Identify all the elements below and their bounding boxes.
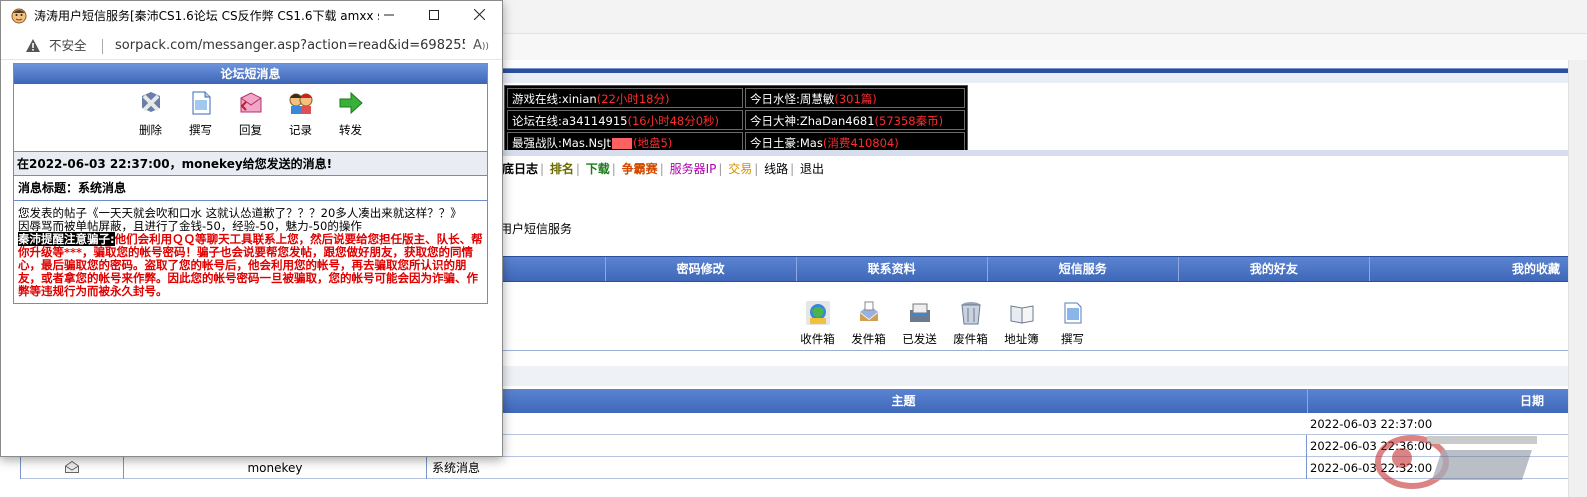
stat-water-monster[interactable]: 今日水怪:周慧敏(301篇) bbox=[745, 88, 965, 108]
site-logo-watermark bbox=[1375, 435, 1537, 489]
sent-icon bbox=[909, 303, 930, 322]
table-row[interactable]: monekey 系统消息 2022-06-03 22:32:00 bbox=[20, 457, 1568, 479]
message-subject[interactable]: 系统消息 bbox=[427, 435, 1307, 457]
compose-icon bbox=[192, 91, 210, 115]
private-message-panel: 论坛短消息 删除 撰写 回复 记录 转发 在2022-06-03 22:37:0… bbox=[13, 63, 488, 304]
message-status-icon bbox=[20, 457, 124, 479]
stat-forum-online[interactable]: 论坛在线:a34114915(16小时48分0秒) bbox=[507, 110, 743, 130]
address-bar: 不安全 sorpack.com/messanger.asp?action=rea… bbox=[1, 33, 502, 60]
compose-icon bbox=[1064, 302, 1081, 324]
header-band bbox=[500, 73, 1568, 83]
delete-button[interactable]: 删除 bbox=[126, 90, 176, 151]
column-date[interactable]: 日期 bbox=[1308, 389, 1568, 413]
breadcrumb: 用户短信服务 bbox=[500, 222, 573, 236]
tab-contact[interactable]: 联系资料 bbox=[795, 257, 987, 281]
address-book-icon bbox=[1010, 305, 1033, 324]
security-label[interactable]: 不安全 bbox=[49, 33, 87, 59]
nav-item[interactable]: 服务器IP bbox=[668, 162, 719, 176]
user-tabs: 密码修改 联系资料 短信服务 我的好友 我的收藏 bbox=[500, 256, 1568, 282]
minimize-icon bbox=[384, 14, 394, 16]
address-book-button[interactable]: 地址簿 bbox=[996, 300, 1047, 347]
url-field[interactable]: sorpack.com/messanger.asp?action=read&id… bbox=[115, 33, 465, 59]
nav-item[interactable]: 交易 bbox=[726, 162, 754, 176]
compose-button[interactable]: 撰写 bbox=[1047, 300, 1098, 347]
compose-button[interactable]: 撰写 bbox=[176, 90, 226, 151]
message-subject-line: 消息标题：系统消息 bbox=[14, 176, 487, 201]
read-aloud-icon[interactable]: A)) bbox=[473, 38, 489, 53]
forum-stats-panel: 游戏在线:xinian(22小时18分) 今日水怪:周慧敏(301篇) 论坛在线… bbox=[504, 85, 968, 155]
tab-password[interactable]: 密码修改 bbox=[604, 257, 796, 281]
sent-button[interactable]: 已发送 bbox=[894, 300, 945, 347]
scam-warning-label: 秦沛提醒注意骗子: bbox=[18, 232, 115, 246]
close-icon bbox=[473, 8, 485, 21]
tab-favorites[interactable]: 我的收藏 bbox=[1368, 257, 1568, 281]
reply-button[interactable]: 回复 bbox=[226, 90, 276, 151]
outbox-button[interactable]: 发件箱 bbox=[843, 300, 894, 347]
nav-band bbox=[500, 150, 1568, 156]
message-toolbar: 删除 撰写 回复 记录 转发 bbox=[14, 84, 487, 152]
history-icon bbox=[289, 93, 312, 114]
tab-messages[interactable]: 短信服务 bbox=[986, 257, 1178, 281]
inbox-button[interactable]: 收件箱 bbox=[792, 300, 843, 347]
message-body: 您发表的帖子《一天天就会吹和口水 这就认怂道歉了？？？20多人凑出来就这样？？》… bbox=[14, 201, 487, 303]
maximize-icon bbox=[429, 10, 439, 20]
nav-item[interactable]: 争霸赛 bbox=[620, 162, 660, 176]
trash-icon bbox=[960, 302, 981, 325]
forward-button[interactable]: 转发 bbox=[326, 90, 376, 151]
forum-nav: 底日志 | 排名 | 下载 | 争霸赛 | 服务器IP | 交易 | 线路 | 退出 bbox=[500, 162, 826, 176]
stat-tycoon[interactable]: 今日土豪:Mas(消费410804) bbox=[745, 132, 965, 152]
history-button[interactable]: 记录 bbox=[276, 90, 326, 151]
warning-icon bbox=[26, 39, 40, 52]
inbox-icon bbox=[805, 301, 830, 325]
nav-item[interactable]: 线路 bbox=[762, 162, 790, 176]
site-favicon bbox=[11, 8, 27, 24]
stat-game-online[interactable]: 游戏在线:xinian(22小时18分) bbox=[507, 88, 743, 108]
stat-strongest-team[interactable]: 最强战队:Mas.NsJt (地盘5) bbox=[507, 132, 743, 152]
outbox-icon bbox=[859, 301, 878, 321]
tab-friends[interactable]: 我的好友 bbox=[1177, 257, 1369, 281]
message-meta: 在2022-06-03 22:37:00，monekey给您发送的消息! bbox=[14, 152, 487, 176]
scam-warning: 秦沛提醒注意骗子:他们会利用ＱＱ等聊天工具联系上您，然后说要给您担任版主、队长、… bbox=[18, 232, 483, 298]
window-title: 涛涛用户短信服务[秦沛CS1.6论坛 CS反作弊 CS1.6下载 amxx s.… bbox=[34, 9, 379, 23]
minimize-button[interactable] bbox=[366, 1, 412, 32]
envelope-open-icon bbox=[65, 461, 79, 473]
forward-icon bbox=[339, 91, 363, 115]
panel-title: 论坛短消息 bbox=[14, 64, 487, 84]
column-subject[interactable]: 主题 bbox=[500, 389, 1308, 413]
nav-item[interactable]: 下载 bbox=[584, 162, 612, 176]
message-subject[interactable]: 系统消息 bbox=[427, 457, 1307, 479]
page-scrollbar[interactable] bbox=[1568, 60, 1587, 497]
delete-icon bbox=[141, 92, 160, 112]
mailbox-toolbar: 收件箱 发件箱 已发送 废件箱 地址簿 撰写 bbox=[792, 300, 1098, 347]
trash-button[interactable]: 废件箱 bbox=[945, 300, 996, 347]
close-button[interactable] bbox=[456, 1, 502, 32]
section-divider bbox=[500, 350, 1568, 351]
address-divider bbox=[102, 39, 103, 54]
message-sender[interactable]: monekey bbox=[124, 457, 427, 479]
message-table-header: 主题 日期 bbox=[500, 389, 1568, 413]
nav-item[interactable]: 底日志 bbox=[500, 162, 540, 176]
message-popup-window: 涛涛用户短信服务[秦沛CS1.6论坛 CS反作弊 CS1.6下载 amxx s.… bbox=[0, 0, 503, 457]
maximize-button[interactable] bbox=[411, 1, 457, 32]
stat-great-god[interactable]: 今日大神:ZhaDan4681(57358秦币) bbox=[745, 110, 965, 130]
reply-icon bbox=[240, 92, 261, 113]
tab-spacer bbox=[500, 257, 605, 281]
section-band bbox=[500, 366, 1568, 386]
nav-item[interactable]: 排名 bbox=[548, 162, 576, 176]
team-badge-icon bbox=[612, 138, 632, 149]
window-titlebar[interactable]: 涛涛用户短信服务[秦沛CS1.6论坛 CS反作弊 CS1.6下载 amxx s.… bbox=[1, 1, 502, 33]
nav-item[interactable]: 退出 bbox=[798, 162, 826, 176]
